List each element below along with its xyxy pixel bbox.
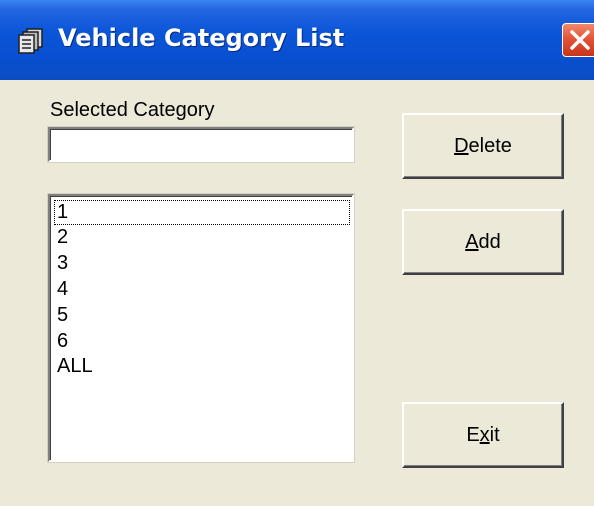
delete-button[interactable]: Delete (402, 113, 564, 179)
exit-button[interactable]: Exit (402, 402, 564, 468)
close-button[interactable] (562, 23, 594, 57)
add-label-suffix: dd (478, 231, 501, 253)
list-item[interactable]: 6 (54, 329, 350, 354)
selected-category-label: Selected Category (50, 99, 215, 121)
list-item[interactable]: ALL (54, 354, 350, 379)
list-item[interactable]: 2 (54, 225, 350, 250)
exit-accelerator: x (479, 424, 490, 446)
list-item[interactable]: 1 (54, 200, 350, 225)
delete-label-suffix: elete (468, 135, 512, 157)
add-accelerator: A (465, 231, 479, 253)
selected-category-input[interactable] (47, 126, 355, 163)
exit-label-prefix: E (466, 424, 480, 446)
title-bar[interactable]: Vehicle Category List (0, 0, 594, 80)
delete-accelerator: D (454, 135, 469, 157)
list-item[interactable]: 5 (54, 303, 350, 328)
exit-label-suffix: it (489, 424, 500, 446)
category-listbox[interactable]: 1 2 3 4 5 6 ALL (47, 193, 355, 463)
list-item[interactable]: 3 (54, 251, 350, 276)
add-button[interactable]: Add (402, 209, 564, 275)
vehicle-category-window: Vehicle Category List Selected Category … (0, 0, 594, 506)
list-item[interactable]: 4 (54, 277, 350, 302)
app-icon[interactable] (18, 28, 44, 54)
window-title: Vehicle Category List (58, 24, 345, 52)
close-icon (570, 30, 590, 50)
